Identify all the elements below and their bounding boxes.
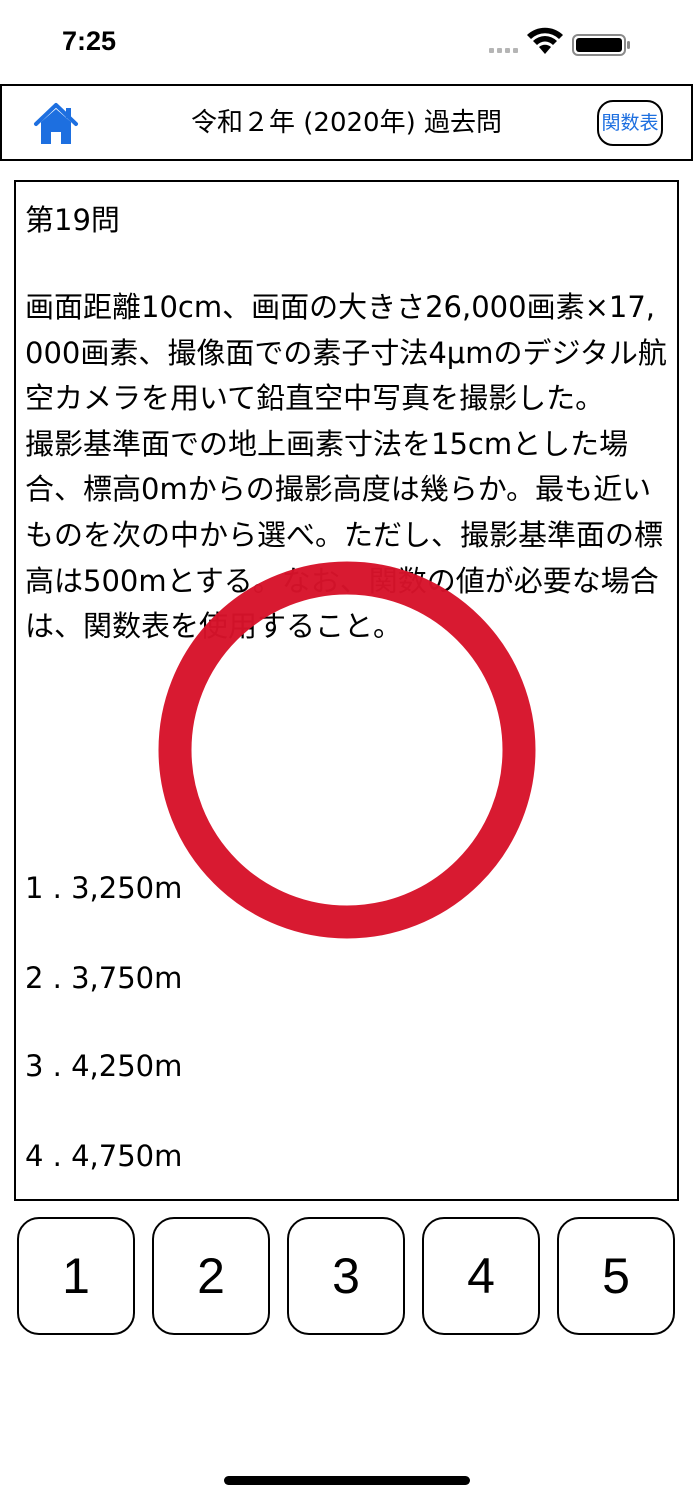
status-time: 7:25 xyxy=(62,26,117,56)
question-number: 第19問 xyxy=(25,203,120,237)
answer-button-1[interactable]: 1 xyxy=(17,1217,135,1335)
answer-button-2[interactable]: 2 xyxy=(152,1217,270,1335)
nav-bar: 令和２年 (2020年) 過去問 関数表 xyxy=(0,84,693,161)
status-bar: 7:25 xyxy=(0,0,693,84)
question-text: 画面距離10cm、画面の大きさ26,000画素×17,000画素、撮像面での素子… xyxy=(25,290,667,644)
choice-4[interactable]: 4 . 4,750m xyxy=(25,1136,182,1176)
choice-1[interactable]: 1 . 3,250m xyxy=(25,868,182,908)
status-icons xyxy=(489,27,630,56)
home-icon[interactable] xyxy=(32,102,80,146)
answer-button-4[interactable]: 4 xyxy=(422,1217,540,1335)
answer-button-3[interactable]: 3 xyxy=(287,1217,405,1335)
question-panel: 第19問 画面距離10cm、画面の大きさ26,000画素×17,000画素、撮像… xyxy=(14,180,679,1201)
home-indicator[interactable] xyxy=(224,1476,470,1485)
choice-3[interactable]: 3 . 4,250m xyxy=(25,1046,182,1086)
function-table-button[interactable]: 関数表 xyxy=(597,100,663,146)
answer-button-5[interactable]: 5 xyxy=(557,1217,675,1335)
choice-2[interactable]: 2 . 3,750m xyxy=(25,958,182,998)
wifi-icon xyxy=(527,27,563,54)
page-title: 令和２年 (2020年) 過去問 xyxy=(191,108,502,138)
battery-icon xyxy=(572,34,630,56)
signal-icon xyxy=(489,48,518,53)
